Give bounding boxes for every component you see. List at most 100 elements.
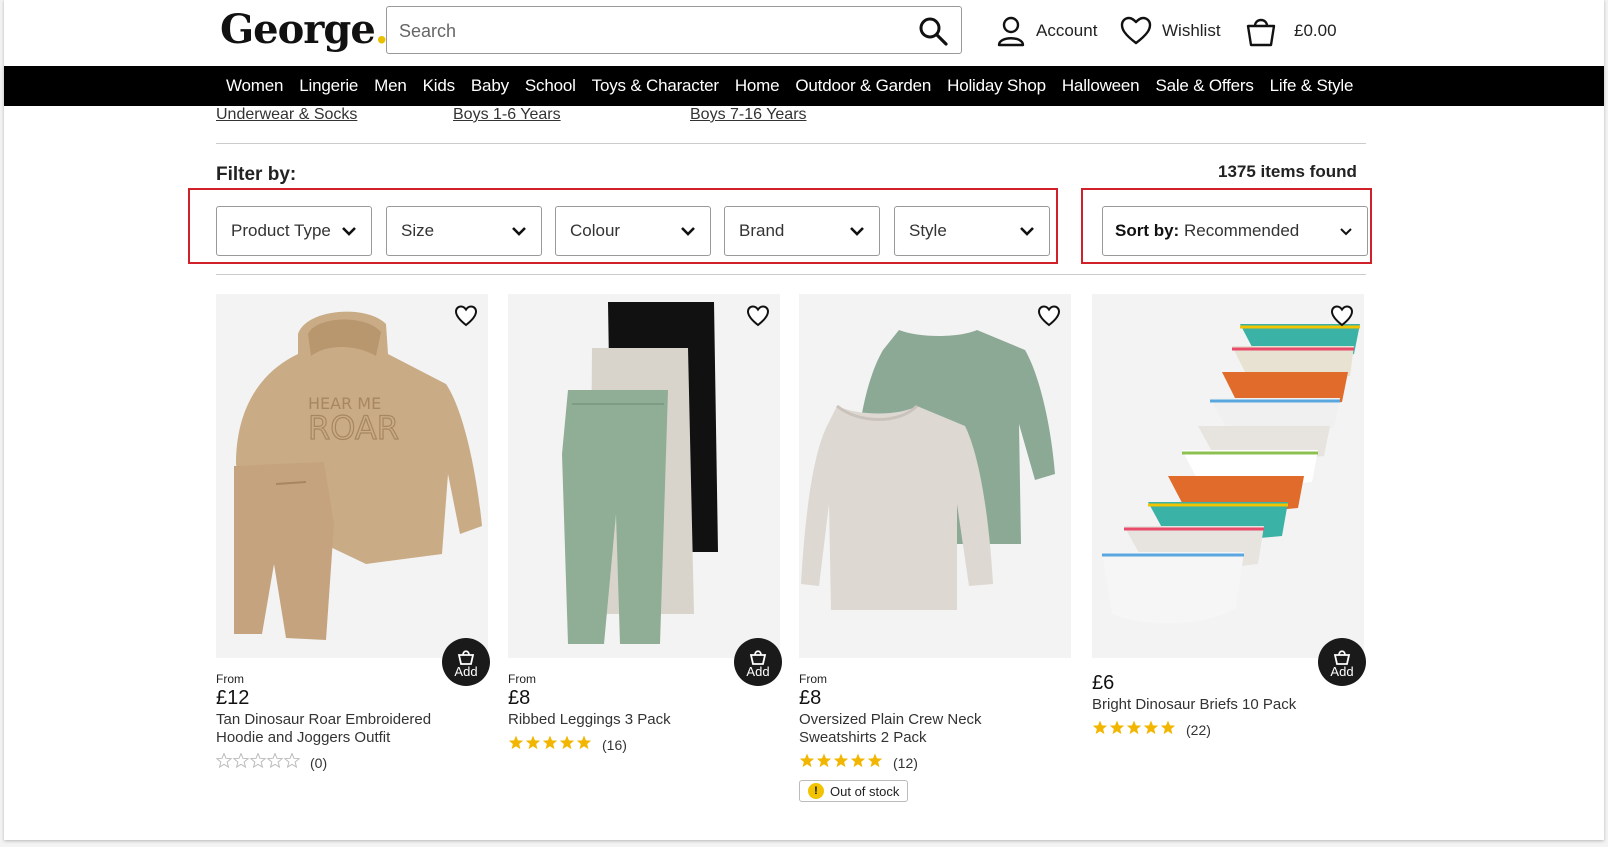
star-filled-icon [1092, 720, 1108, 735]
nav-item-halloween[interactable]: Halloween [1054, 76, 1148, 96]
star-empty-icon [249, 752, 267, 769]
nav-item-school[interactable]: School [517, 76, 584, 96]
svg-text:ROAR: ROAR [308, 409, 399, 447]
wishlist-heart-icon[interactable] [1330, 304, 1354, 328]
rating-count: (16) [602, 736, 627, 753]
nav-item-outdoor-garden[interactable]: Outdoor & Garden [787, 76, 939, 96]
product-title[interactable]: Ribbed Leggings 3 Pack [508, 711, 758, 729]
basket-icon [1246, 18, 1276, 47]
wishlist-heart-icon[interactable] [1037, 304, 1061, 328]
sweatshirts-image [799, 294, 1071, 658]
product-rating: (22) [1092, 720, 1364, 739]
product-title[interactable]: Tan Dinosaur Roar Embroidered Hoodie and… [216, 711, 466, 747]
product-card[interactable]: From £8 Oversized Plain Crew Neck Sweats… [799, 294, 1071, 802]
product-card[interactable]: Add £6 Bright Dinosaur Briefs 10 Pack (2… [1092, 294, 1366, 739]
star-filled-icon [1143, 720, 1159, 735]
search-icon[interactable] [917, 15, 949, 47]
product-rating: (0) [215, 752, 488, 772]
filter-brand[interactable]: Brand [724, 206, 880, 256]
star-filled-icon [799, 753, 815, 768]
star-rating [215, 752, 301, 772]
filter-label: Filter by: [216, 164, 297, 185]
product-card[interactable]: HEAR ME ROAR Add From £12 Tan Dinosaur R… [215, 294, 490, 772]
star-rating [1092, 720, 1176, 739]
chevron-down-icon [681, 227, 695, 236]
wishlist-link[interactable]: Wishlist [1120, 14, 1221, 48]
product-card[interactable]: Add From £8 Ribbed Leggings 3 Pack (16) [508, 294, 782, 754]
wishlist-heart-icon[interactable] [454, 304, 478, 328]
nav-item-men[interactable]: Men [366, 76, 414, 96]
price-prefix: From [799, 672, 827, 686]
nav-item-lingerie[interactable]: Lingerie [291, 76, 366, 96]
account-link[interactable]: Account [996, 14, 1097, 48]
basket-link[interactable]: £0.00 [1244, 14, 1337, 48]
nav-item-home[interactable]: Home [727, 76, 788, 96]
rating-count: (0) [310, 754, 328, 771]
star-filled-icon [867, 753, 883, 768]
site-header: George. Account Wishlist [4, 0, 1604, 66]
product-image[interactable] [508, 294, 780, 658]
basket-icon [457, 649, 475, 665]
star-empty-icon [283, 752, 301, 769]
chevron-down-icon [850, 227, 864, 236]
nav-item-life-style[interactable]: Life & Style [1262, 76, 1362, 96]
add-to-basket-button[interactable]: Add [734, 638, 782, 686]
nav-item-baby[interactable]: Baby [463, 76, 517, 96]
product-title[interactable]: Bright Dinosaur Briefs 10 Pack [1092, 696, 1342, 714]
chevron-down-icon [342, 227, 356, 236]
briefs-image [1092, 294, 1364, 658]
items-found: 1375 items found [1218, 162, 1357, 181]
product-price: £12 [216, 687, 250, 709]
nav-item-women[interactable]: Women [218, 76, 291, 96]
rating-count: (12) [893, 754, 918, 771]
basket-total: £0.00 [1294, 21, 1337, 40]
sort-dropdown[interactable]: Sort by: Recommended [1102, 206, 1368, 256]
nav-item-toys-character[interactable]: Toys & Character [584, 76, 727, 96]
category-sublinks: Underwear & Socks Boys 1-6 Years Boys 7-… [216, 106, 1366, 144]
product-price: £8 [799, 687, 822, 709]
george-logo[interactable]: George. [220, 6, 389, 53]
out-of-stock-badge: ! Out of stock [799, 780, 909, 802]
sublink-underwear-socks[interactable]: Underwear & Socks [216, 106, 357, 124]
star-filled-icon [1109, 720, 1125, 735]
product-image[interactable] [1092, 294, 1364, 658]
search-box [386, 6, 962, 54]
add-to-basket-button[interactable]: Add [1318, 638, 1366, 686]
star-empty-icon [232, 752, 250, 769]
star-filled-icon [508, 735, 524, 750]
filter-product-type[interactable]: Product Type [216, 206, 372, 256]
nav-item-kids[interactable]: Kids [415, 76, 463, 96]
star-rating-icons [215, 752, 301, 769]
wishlist-heart-icon[interactable] [746, 304, 770, 328]
star-empty-icon [266, 752, 284, 769]
filter-colour[interactable]: Colour [555, 206, 711, 256]
filter-size[interactable]: Size [386, 206, 542, 256]
nav-item-sale-offers[interactable]: Sale & Offers [1147, 76, 1261, 96]
star-filled-icon [559, 735, 575, 750]
product-rating: (16) [508, 735, 780, 754]
star-rating [508, 735, 592, 754]
add-to-basket-button[interactable]: Add [442, 638, 490, 686]
chevron-down-icon [1020, 227, 1034, 236]
product-image[interactable]: HEAR ME ROAR [216, 294, 488, 658]
star-empty-icon [215, 752, 233, 769]
basket-icon [749, 649, 767, 665]
star-rating-icons [1092, 720, 1176, 735]
sublink-boys-7-16[interactable]: Boys 7-16 Years [690, 106, 807, 124]
product-title[interactable]: Oversized Plain Crew Neck Sweatshirts 2 … [799, 711, 1049, 747]
nav-item-holiday-shop[interactable]: Holiday Shop [939, 76, 1054, 96]
basket-icon [1333, 649, 1351, 665]
leggings-image [508, 294, 780, 658]
star-filled-icon [816, 753, 832, 768]
hoodie-joggers-image: HEAR ME ROAR [216, 294, 488, 658]
star-rating-icons [508, 735, 592, 750]
warning-icon: ! [808, 783, 824, 799]
sublink-boys-1-6[interactable]: Boys 1-6 Years [453, 106, 561, 124]
star-filled-icon [833, 753, 849, 768]
divider [216, 274, 1366, 275]
search-input[interactable] [399, 17, 899, 45]
star-filled-icon [1126, 720, 1142, 735]
filter-style[interactable]: Style [894, 206, 1050, 256]
product-image[interactable] [799, 294, 1071, 658]
main-nav: Women Lingerie Men Kids Baby School Toys… [4, 66, 1604, 106]
